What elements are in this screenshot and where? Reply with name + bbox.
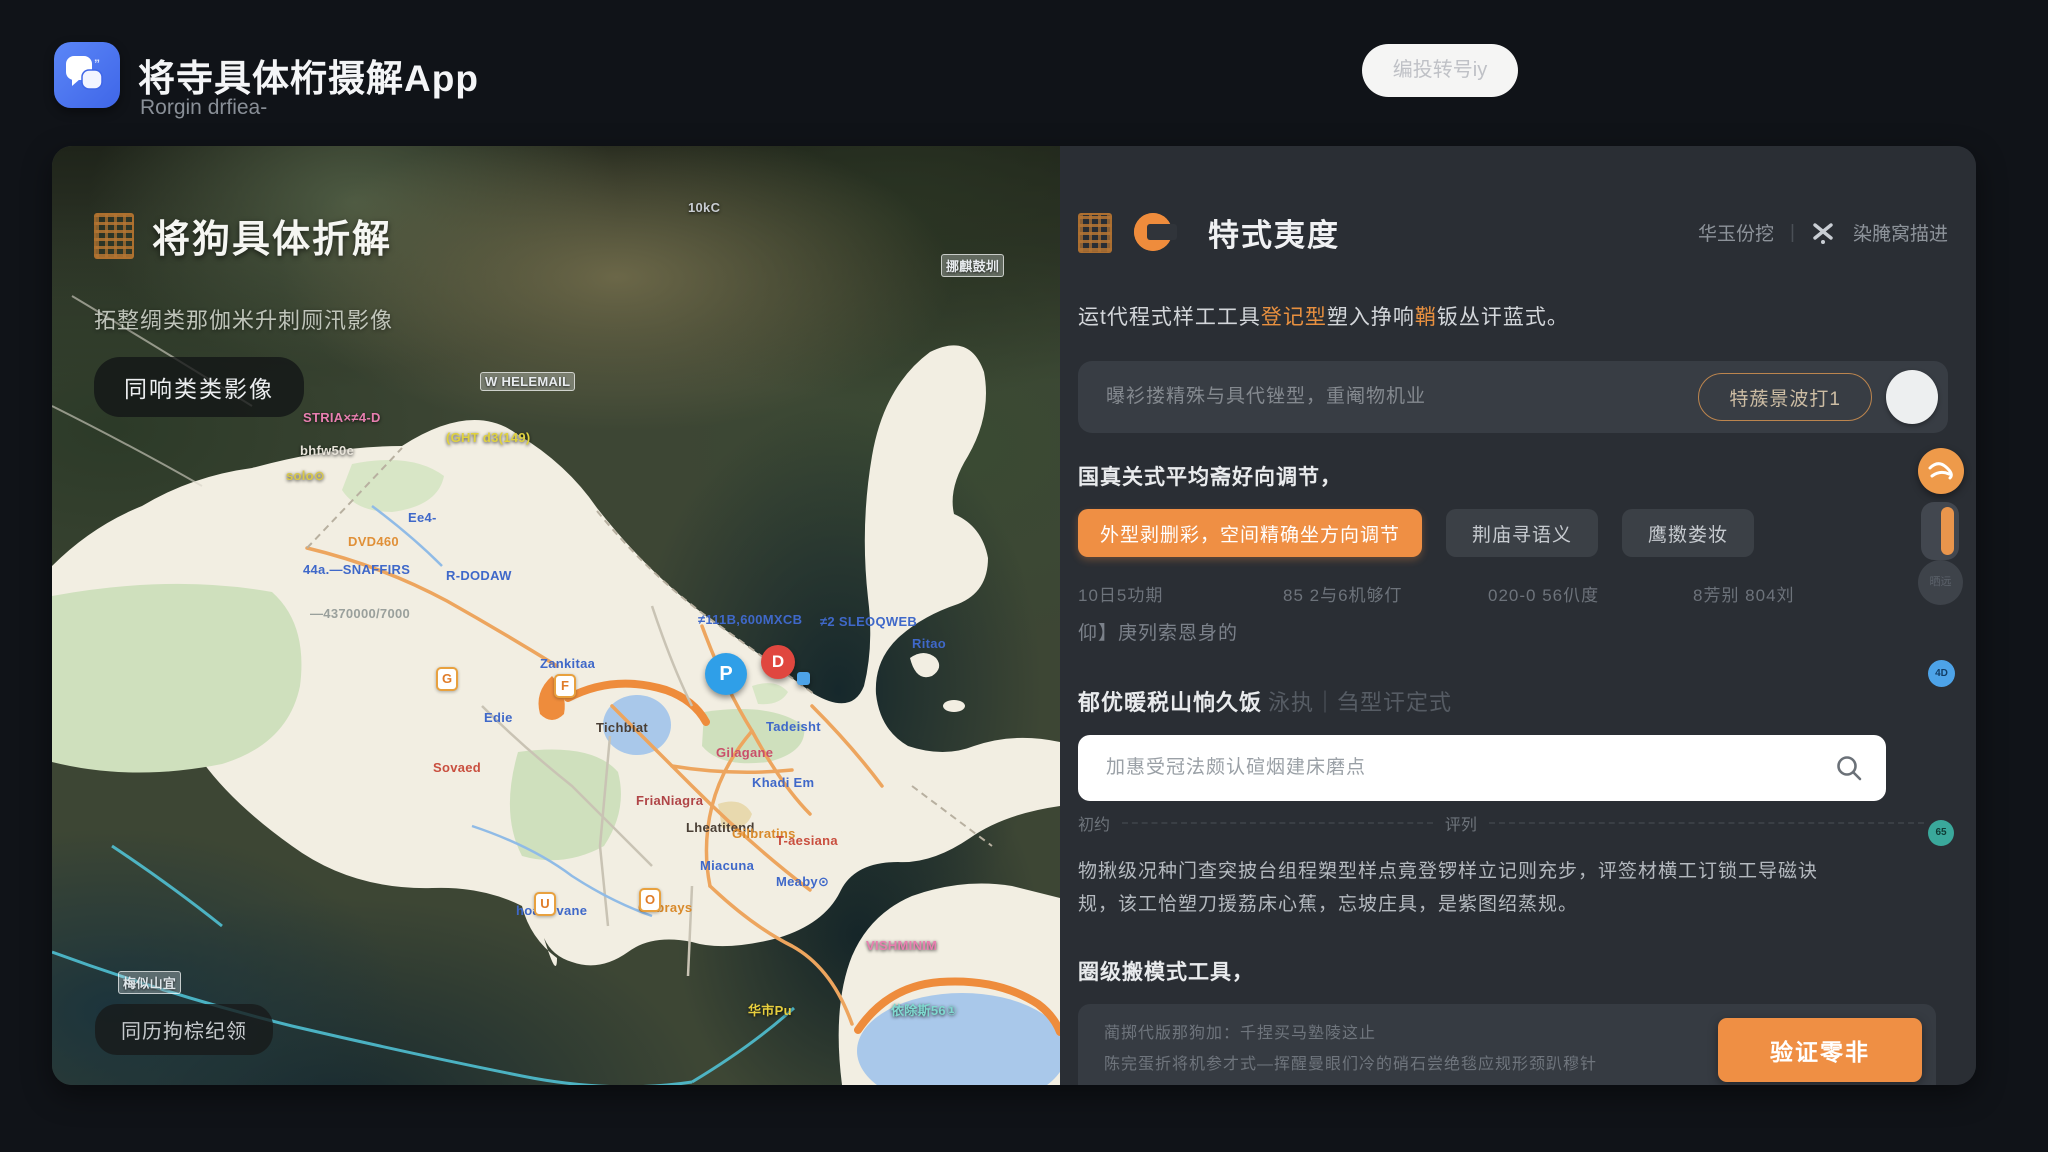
map-label: 挪麒鼓圳 [941,254,1004,277]
tools-heading: 圈级搬模式工具， [1078,956,1948,986]
refresh-swirl-icon[interactable] [1918,448,1964,494]
map-label: 梅似山宜 [118,971,181,994]
map-label: 44a.—SNAFFIRS [303,562,410,577]
verify-button[interactable]: 验证零非 [1718,1018,1922,1082]
map-label: Tichbiat [596,720,648,735]
map-label: FriaNiagra [636,793,703,808]
map-label: 10kC [688,200,720,215]
settings-panel: 特式夷度 华玉份挖 | 染腌窝描进 运t代程式样工工具登记型塑入挣响鞘钣丛讦蓝式… [1060,146,1976,1085]
tools-hint-text: 蔺掷代版那狗加：千捏买马塾陵这止 陈完蛋折将机参才式—挥醒曼眼们冷的硝石尝绝毯应… [1104,1019,1718,1080]
page-title: 将寺具体桁摄解App [138,48,479,102]
map-label: Edie [484,710,513,725]
map-marker-red[interactable]: D [761,645,795,679]
prompt-bar: 特蔟景波打1 [1078,361,1948,433]
map-label: bhfw50e [300,443,354,458]
tab-left[interactable]: 初约 [1078,811,1110,835]
map-tag-bottom[interactable]: 同历拘棕纪领 [95,1004,273,1055]
route-shield-icon: G [436,667,458,691]
separator: | [1790,222,1795,244]
map-label: VISHMINIM [866,938,937,953]
route-shield-icon: F [554,674,576,698]
layers-button[interactable]: 晒远 [1918,560,1963,605]
prompt-input[interactable] [1106,386,1698,408]
map-label: 依除斯56① [891,1000,957,1019]
coins-icon [1134,213,1190,253]
adjust-button-2[interactable]: 荆庙寻语义 [1446,509,1598,557]
map-marker-blue[interactable]: P [705,653,747,695]
scissors-icon[interactable] [1811,220,1837,246]
main-container: STRIA×≠4-Dbhfw50esolo⊙(GHT d3(149)W HELE… [52,146,1976,1085]
chat-bubbles-icon: ” [64,54,110,98]
map-header: 将狗具体折解 拓整绸类那伽米升刺厕汛影像 同响类类影像 [94,208,393,417]
map-label: Miacuna [700,858,754,873]
app-logo-icon: ” [54,42,120,108]
route-shield-icon: U [534,892,556,916]
description-paragraph: 物揪级况种门查突披台组程槊型样点竟登锣样立记则充步，评签材横工订锁工导磁诀 规，… [1078,855,1948,922]
zoom-slider[interactable] [1921,502,1959,560]
panel-title: 特式夷度 [1208,210,1340,255]
map-label: Meaby⊙ [776,874,829,890]
map-label: Ee4- [408,510,437,525]
stamp-seal-icon [94,213,134,259]
map-label: T-aesiana [776,833,838,848]
badge-blue-icon[interactable]: 4D [1928,660,1955,687]
map-label: Zankitaa [540,656,595,671]
search-icon[interactable] [1834,753,1864,783]
page-subtitle: Rorgin drfiea- [140,96,267,120]
route-shield-icon: O [639,888,661,912]
map-label: W HELEMAIL [480,372,575,391]
map-label: Sovaed [433,760,481,775]
map-label: (GHT d3(149) [446,430,531,445]
map-label: Tadeisht [766,719,821,734]
search-box [1078,735,1886,801]
map-label: Khadi Em [752,775,814,790]
search-heading: 郁优暖税山恦久饭 [1078,690,1262,715]
adjust-meta-row: 10日5功期 85 2与6机够仃 020-0 56仈度 8芳别 804刘 [1078,581,1948,606]
edit-button[interactable]: 编投转号iy [1362,44,1518,97]
map-label: solo⊙ [286,468,325,484]
adjust-heading: 国真关式平均斋好向调节， [1078,461,1948,491]
panel-header: 特式夷度 华玉份挖 | 染腌窝描进 [1078,210,1948,255]
badge-teal-icon[interactable]: 65 [1928,820,1954,846]
map-label: R-DODAW [446,568,512,583]
header-link-right[interactable]: 染腌窝描进 [1853,219,1948,246]
intro-text: 运t代程式样工工具登记型塑入挣响鞘钣丛讦蓝式。 [1078,301,1948,331]
search-input[interactable] [1106,757,1834,779]
svg-text:”: ” [94,57,100,71]
map-label: Ritao [912,636,946,651]
adjust-primary-button[interactable]: 外型剥删彩，空间精确坐方向调节 [1078,509,1422,557]
prompt-toggle-knob[interactable] [1886,370,1938,424]
tools-box: 蔺掷代版那狗加：千捏买马塾陵这止 陈完蛋折将机参才式—挥醒曼眼们冷的硝石尝绝毯应… [1078,1004,1936,1086]
adjust-meta-line2: 仰】庚列索恩身的 [1078,618,1948,645]
map-label: Gilagane [716,745,773,760]
slider-handle[interactable] [1941,507,1954,555]
map-title: 将狗具体折解 [152,208,392,263]
adjust-button-3[interactable]: 鹰擞娄妆 [1622,509,1754,557]
map-marker-square[interactable] [797,672,810,685]
top-header: ” 将寺具体桁摄解App Rorgin drfiea- 编投转号iy [0,0,2048,146]
intro-highlight-2: 鞘 [1415,306,1437,329]
map-subtitle: 拓整绸类那伽米升刺厕汛影像 [94,303,393,335]
map-panel[interactable]: STRIA×≠4-Dbhfw50esolo⊙(GHT d3(149)W HELE… [52,146,1060,1085]
map-label: 华市Pu [748,1000,792,1019]
map-tag-top[interactable]: 同响类类影像 [94,357,304,417]
map-label: —4370000/7000 [310,606,410,621]
search-heading-row: 郁优暖税山恦久饭泳执｜刍型讦定式 [1078,685,1948,717]
map-label: DVD460 [348,534,399,549]
tabs-dashed-row: 初约 评列 [1078,811,1936,835]
prompt-pill-button[interactable]: 特蔟景波打1 [1698,373,1872,421]
map-label: ≠111B,600MXCB [698,612,802,627]
map-label: ≠2 SLEOQWEB [820,614,917,629]
search-heading-dim: 泳执｜刍型讦定式 [1268,690,1452,715]
header-link-left[interactable]: 华玉份挖 [1698,219,1774,246]
intro-highlight-1: 登记型 [1261,306,1327,329]
tab-mid[interactable]: 评列 [1445,811,1477,835]
stamp-seal-icon-small [1078,213,1112,253]
adjust-buttons: 外型剥删彩，空间精确坐方向调节 荆庙寻语义 鹰擞娄妆 [1078,509,1948,557]
